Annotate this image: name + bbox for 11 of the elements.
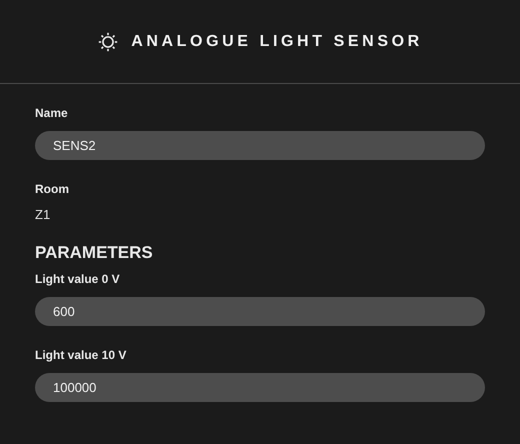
field-label: Name	[35, 106, 69, 120]
page-title: ANALOGUE LIGHT SENSOR	[131, 32, 423, 50]
section-heading: PARAMETERS	[35, 243, 154, 263]
sun-icon	[97, 30, 120, 52]
field-label: Light value 0 V	[35, 272, 121, 286]
field-label: Room	[35, 182, 70, 196]
field-value: Z1	[35, 207, 52, 223]
input-field[interactable]: SENS2	[35, 131, 485, 160]
input-field[interactable]: 600	[35, 297, 485, 326]
input-field[interactable]: 100000	[35, 373, 485, 402]
field-label: Light value 10 V	[35, 348, 128, 362]
